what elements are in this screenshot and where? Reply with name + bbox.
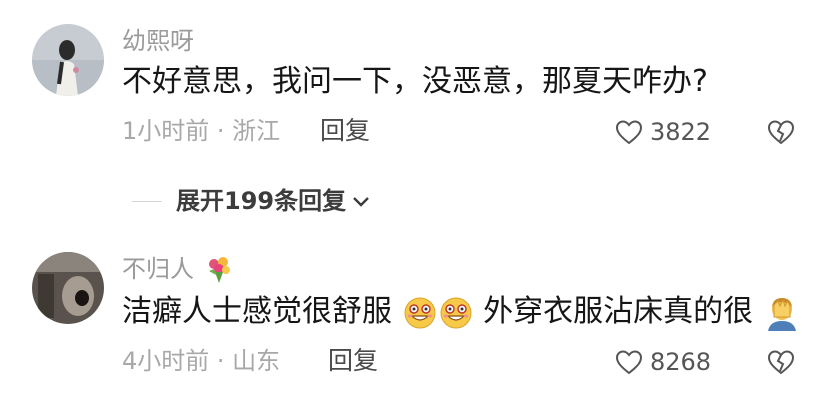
- broken-heart-icon[interactable]: [766, 347, 796, 377]
- comment-time-location: 4小时前 · 山东: [122, 347, 281, 375]
- like-count: 8268: [650, 348, 712, 376]
- comment-username[interactable]: 不归人: [122, 254, 234, 285]
- username-text: 不归人: [122, 255, 194, 283]
- broken-heart-icon[interactable]: [766, 117, 796, 147]
- avatar-image: [32, 24, 104, 96]
- avatar[interactable]: [32, 252, 104, 324]
- expand-replies-label: 展开199条回复: [176, 187, 347, 215]
- like-button[interactable]: 8268: [614, 345, 711, 379]
- grinning-face-emoji: [440, 297, 472, 328]
- reply-button[interactable]: 回复: [320, 116, 370, 146]
- like-button[interactable]: 3822: [614, 115, 711, 149]
- comment-item: 不归人 洁癖人士感觉很舒服 外穿衣服沾床真的很 4小时前 · 山东 回复 826…: [0, 240, 828, 406]
- reply-button[interactable]: 回复: [328, 346, 378, 376]
- comment-time-location: 1小时前 · 浙江: [122, 117, 281, 145]
- heart-outline-icon: [615, 350, 643, 375]
- chevron-down-icon: [353, 197, 369, 207]
- comment-text: 不好意思，我问一下，没恶意，那夏天咋办?: [122, 64, 708, 99]
- avatar[interactable]: [32, 24, 104, 96]
- like-count: 3822: [650, 118, 712, 146]
- comment-text-part2: 外穿衣服沾床真的很: [483, 294, 754, 329]
- avatar-image: [32, 252, 104, 324]
- comment-text: 洁癖人士感觉很舒服 外穿衣服沾床真的很: [122, 292, 801, 332]
- comment-item: 幼熙呀 不好意思，我问一下，没恶意，那夏天咋办? 1小时前 · 浙江 回复 38…: [0, 0, 828, 160]
- heart-outline-icon: [615, 120, 643, 145]
- bouquet-emoji: [208, 257, 230, 283]
- expand-replies-button[interactable]: 展开199条回复: [132, 186, 372, 216]
- comment-text-part1: 洁癖人士感觉很舒服: [122, 294, 392, 329]
- facepalm-emoji: [767, 297, 796, 331]
- grinning-face-emoji: [404, 297, 436, 328]
- divider-line: [132, 200, 162, 202]
- comment-username[interactable]: 幼熙呀: [122, 26, 194, 56]
